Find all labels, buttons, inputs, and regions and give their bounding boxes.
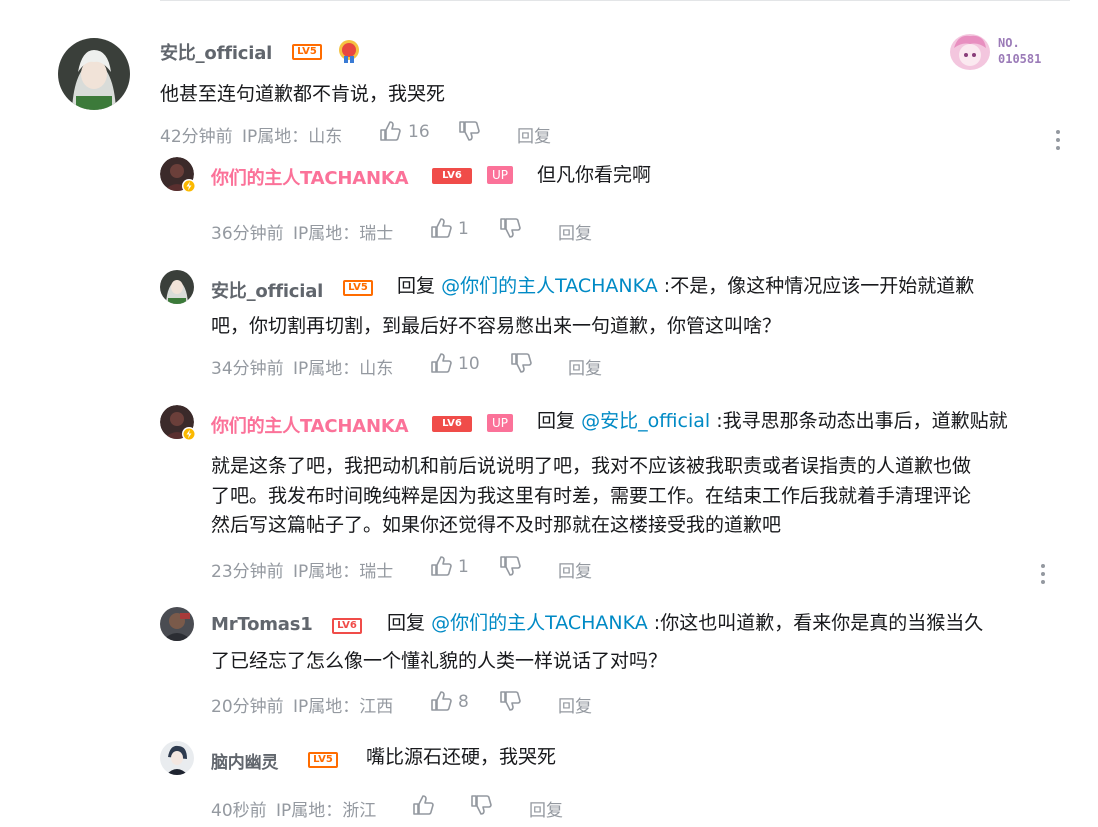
like-count: 1 <box>458 219 469 239</box>
reply-time: 34分钟前 <box>211 359 284 379</box>
like-count: 10 <box>458 354 480 374</box>
reply-ip: IP属地：江西 <box>293 697 394 717</box>
lightning-badge-icon <box>182 427 196 441</box>
mention-link[interactable]: @安比_official <box>581 410 710 432</box>
reply-ip: IP属地：瑞士 <box>293 562 394 582</box>
avatar[interactable] <box>160 405 196 441</box>
username[interactable]: MrTomas1 <box>211 614 313 635</box>
reply-text-line: :你这也叫道歉，看来你是真的当猴当久 <box>653 612 984 634</box>
level-badge: LV6 <box>432 168 472 184</box>
mention-link[interactable]: @你们的主人TACHANKA <box>431 612 648 634</box>
reply-text: 嘴比源石还硬，我哭死 <box>366 746 557 768</box>
reply-button[interactable]: 回复 <box>558 692 592 717</box>
up-badge: UP <box>487 414 513 432</box>
level-badge: LV6 <box>332 618 362 634</box>
like-icon[interactable] <box>412 794 434 816</box>
dislike-icon[interactable] <box>470 794 492 816</box>
avatar[interactable] <box>58 38 130 110</box>
dislike-icon[interactable] <box>510 352 532 374</box>
more-icon[interactable] <box>1040 564 1046 588</box>
level-badge: LV6 <box>432 416 472 432</box>
divider <box>160 0 1070 1</box>
fan-badge-label: NO. <box>998 36 1020 50</box>
username[interactable]: 你们的主人TACHANKA <box>211 412 409 438</box>
dislike-icon[interactable] <box>458 120 480 142</box>
dislike-icon[interactable] <box>499 217 521 239</box>
like-icon[interactable] <box>379 120 401 142</box>
reply-prefix: 回复 <box>537 410 576 432</box>
reply-time: 20分钟前 <box>211 697 284 717</box>
reply-button[interactable]: 回复 <box>568 354 602 379</box>
avatar[interactable] <box>160 270 194 304</box>
comment-ip: IP属地：山东 <box>242 127 343 147</box>
avatar[interactable] <box>160 741 194 775</box>
username[interactable]: 脑内幽灵 <box>211 748 278 773</box>
decoration-icon <box>336 38 362 68</box>
reply-time: 40秒前 <box>211 801 267 821</box>
comment-text: 他甚至连句道歉都不肯说，我哭死 <box>160 83 446 105</box>
comment-time: 42分钟前 <box>160 127 233 147</box>
avatar[interactable] <box>160 607 194 641</box>
reply-time: 23分钟前 <box>211 562 284 582</box>
reply-button[interactable]: 回复 <box>558 219 592 244</box>
reply-text-line: :不是，像这种情况应该一开始就道歉 <box>663 275 975 297</box>
like-icon[interactable] <box>430 217 452 239</box>
reply-ip: IP属地：浙江 <box>276 801 377 821</box>
dislike-icon[interactable] <box>499 690 521 712</box>
like-count: 1 <box>458 557 469 577</box>
reply-prefix: 回复 <box>387 612 426 634</box>
reply-button[interactable]: 回复 <box>517 122 551 147</box>
reply-button[interactable]: 回复 <box>529 796 563 821</box>
up-badge: UP <box>487 166 513 184</box>
reply-button[interactable]: 回复 <box>558 557 592 582</box>
more-icon[interactable] <box>1055 130 1061 154</box>
level-badge: LV5 <box>343 280 373 296</box>
level-badge: LV5 <box>292 44 322 60</box>
like-icon[interactable] <box>430 690 452 712</box>
fan-badge-number: 010581 <box>998 52 1042 66</box>
like-count: 8 <box>458 692 469 712</box>
username[interactable]: 安比_official <box>160 39 272 65</box>
dislike-icon[interactable] <box>499 555 521 577</box>
mention-link[interactable]: @你们的主人TACHANKA <box>441 275 658 297</box>
reply-text-line: :我寻思那条动态出事后，道歉贴就 <box>716 410 1008 432</box>
level-badge: LV5 <box>308 752 338 768</box>
username[interactable]: 安比_official <box>211 277 323 303</box>
lightning-badge-icon <box>182 179 196 193</box>
reply-prefix: 回复 <box>397 275 436 297</box>
reply-text: 但凡你看完啊 <box>537 164 652 186</box>
like-icon[interactable] <box>430 555 452 577</box>
reply-text-line: 了已经忘了怎么像一个懂礼貌的人类一样说话了对吗？ <box>211 650 668 672</box>
reply-text-line: 然后写这篇帖子了。如果你还觉得不及时那就在这楼接受我的道歉吧 <box>211 514 782 536</box>
reply-time: 36分钟前 <box>211 224 284 244</box>
username[interactable]: 你们的主人TACHANKA <box>211 164 409 190</box>
reply-text-line: 吧，你切割再切割，到最后好不容易憋出来一句道歉，你管这叫啥？ <box>211 315 782 337</box>
reply-ip: IP属地：山东 <box>293 359 394 379</box>
reply-ip: IP属地：瑞士 <box>293 224 394 244</box>
like-count: 16 <box>408 122 430 142</box>
fan-badge: NO. 010581 <box>944 30 1054 72</box>
reply-text-line: 就是这条了吧，我把动机和前后说说明了吧，我对不应该被我职责或者误指责的人道歉也做 <box>211 455 972 477</box>
like-icon[interactable] <box>430 352 452 374</box>
avatar[interactable] <box>160 157 196 193</box>
